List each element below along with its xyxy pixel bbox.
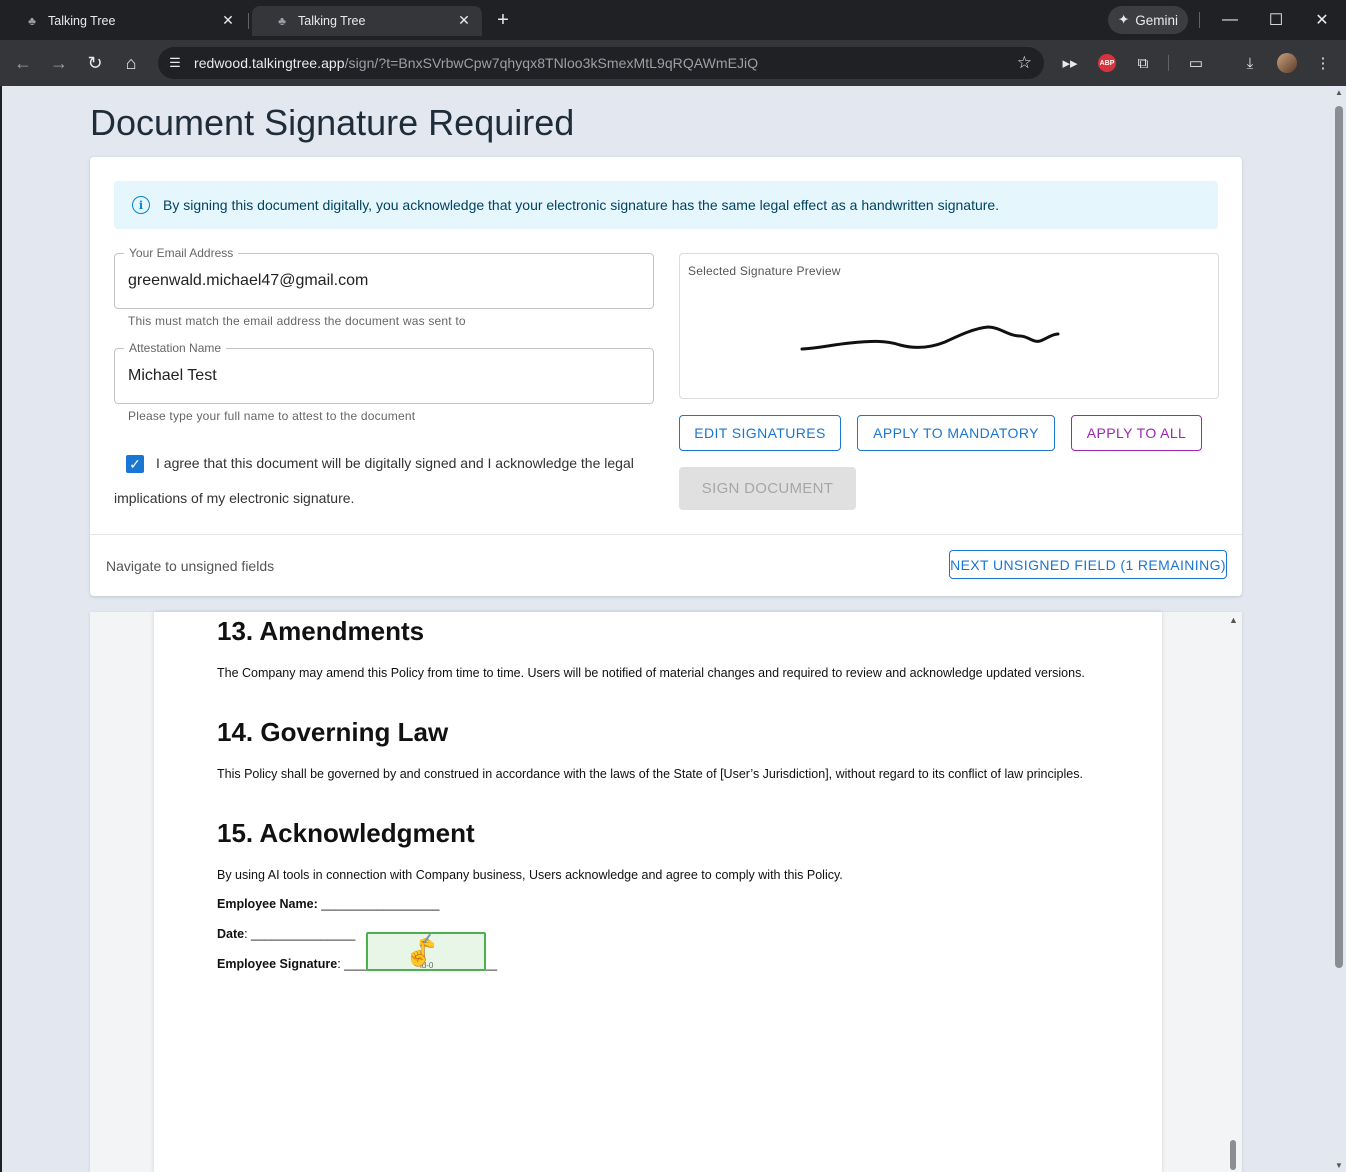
legal-info-alert: i By signing this document digitally, yo… xyxy=(114,181,1218,229)
date-line: Date: _______________ xyxy=(217,927,355,941)
document-scrollbar[interactable]: ▲ xyxy=(1224,612,1242,1172)
attestation-helper: Please type your full name to attest to … xyxy=(128,409,416,423)
page-viewport: Document Signature Required i By signing… xyxy=(2,86,1346,1172)
menu-icon[interactable]: ⋮ xyxy=(1312,52,1334,74)
agree-text-line1: I agree that this document will be digit… xyxy=(156,455,634,471)
tab-title: Talking Tree xyxy=(298,14,366,28)
sparkle-icon: ✦ xyxy=(1117,12,1130,27)
document-viewer[interactable]: 13. Amendments The Company may amend thi… xyxy=(90,612,1242,1172)
tree-favicon-icon: ♣ xyxy=(28,14,36,28)
section-text: By using AI tools in connection with Com… xyxy=(217,868,843,882)
attestation-label: Attestation Name xyxy=(124,341,227,355)
scroll-up-icon[interactable]: ▲ xyxy=(1229,615,1238,625)
download-icon[interactable]: ⤓ xyxy=(1239,52,1261,74)
signature-stroke xyxy=(800,325,1060,351)
adblock-icon[interactable]: ABP xyxy=(1098,54,1116,72)
new-tab-icon[interactable]: + xyxy=(492,9,514,31)
info-icon: i xyxy=(132,196,150,214)
email-label: Your Email Address xyxy=(124,246,239,260)
scroll-down-icon[interactable]: ▼ xyxy=(1334,1161,1344,1170)
email-field[interactable]: Your Email Address greenwald.michael47@g… xyxy=(114,246,654,309)
tab-talking-tree-2[interactable]: ♣ Talking Tree ✕ xyxy=(252,6,482,36)
minimize-icon[interactable]: — xyxy=(1218,8,1242,32)
address-bar[interactable]: ☰ redwood.talkingtree.app/sign/?t=BnxSVr… xyxy=(158,47,1044,79)
employee-name-blank: _________________ xyxy=(321,897,440,911)
media-icon[interactable]: ▸▸ xyxy=(1059,52,1081,74)
section-text: The Company may amend this Policy from t… xyxy=(217,666,1085,680)
separator xyxy=(1168,55,1169,71)
star-icon[interactable]: ☆ xyxy=(1017,53,1032,73)
gemini-button[interactable]: ✦ Gemini xyxy=(1108,6,1188,34)
tab-strip: ♣ Talking Tree ✕ ♣ Talking Tree ✕ + ✦ Ge… xyxy=(0,0,1346,40)
reading-list-icon[interactable]: ▭ xyxy=(1185,52,1207,74)
url-text[interactable]: redwood.talkingtree.app/sign/?t=BnxSVrbw… xyxy=(194,55,758,71)
tab-separator xyxy=(248,13,249,29)
employee-name-line: Employee Name: _________________ xyxy=(217,897,439,911)
home-icon[interactable]: ⌂ xyxy=(119,51,143,75)
edit-signatures-button[interactable]: EDIT SIGNATURES xyxy=(679,415,841,451)
signature-label: Employee Signature xyxy=(217,957,338,971)
sign-document-button[interactable]: SIGN DOCUMENT xyxy=(679,467,856,510)
scrollbar-thumb[interactable] xyxy=(1230,1140,1236,1170)
navigate-unsigned-text: Navigate to unsigned fields xyxy=(106,558,275,574)
url-path: /sign/?t=BnxSVrbwCpw7qhyqx8TNloo3kSmexMt… xyxy=(344,55,759,71)
close-tab-icon[interactable]: ✕ xyxy=(456,12,472,28)
signature-card: i By signing this document digitally, yo… xyxy=(90,157,1242,596)
divider xyxy=(90,534,1242,535)
attestation-value[interactable]: Michael Test xyxy=(128,367,217,385)
section-text: This Policy shall be governed by and con… xyxy=(217,767,1083,781)
tree-favicon-icon: ♣ xyxy=(278,14,286,28)
date-label: Date xyxy=(217,927,245,941)
employee-name-label: Employee Name: xyxy=(217,897,318,911)
close-tab-icon[interactable]: ✕ xyxy=(220,12,236,28)
agree-text-line2: implications of my electronic signature. xyxy=(114,490,355,506)
tab-talking-tree-1[interactable]: ♣ Talking Tree ✕ xyxy=(2,6,246,36)
next-unsigned-field-button[interactable]: NEXT UNSIGNED FIELD (1 REMAINING) xyxy=(949,550,1227,579)
browser-toolbar: ← → ↻ ⌂ ☰ redwood.talkingtree.app/sign/?… xyxy=(0,40,1346,86)
preview-label: Selected Signature Preview xyxy=(688,264,841,278)
email-helper: This must match the email address the do… xyxy=(128,314,466,328)
agree-checkbox[interactable]: ✓ xyxy=(126,455,144,473)
site-info-icon[interactable]: ☰ xyxy=(166,54,184,72)
extension-icon[interactable]: ⧉ xyxy=(1132,52,1154,74)
back-icon[interactable]: ← xyxy=(11,51,35,75)
scrollbar-thumb[interactable] xyxy=(1335,106,1343,968)
date-blank: : _______________ xyxy=(244,927,356,941)
url-host: redwood.talkingtree.app xyxy=(194,55,345,71)
reload-icon[interactable]: ↻ xyxy=(83,51,107,75)
apply-to-all-button[interactable]: APPLY TO ALL xyxy=(1071,415,1202,451)
gemini-label: Gemini xyxy=(1135,12,1179,28)
tab-title: Talking Tree xyxy=(48,14,116,28)
page-title: Document Signature Required xyxy=(90,102,575,143)
section-heading: 13. Amendments xyxy=(217,616,425,646)
attestation-name-field[interactable]: Attestation Name Michael Test xyxy=(114,341,654,404)
section-heading: 15. Acknowledgment xyxy=(217,818,475,848)
document-page: 13. Amendments The Company may amend thi… xyxy=(154,612,1162,1172)
profile-avatar[interactable] xyxy=(1277,53,1297,73)
abp-label: ABP xyxy=(1099,59,1115,67)
separator xyxy=(1199,12,1200,28)
checkmark-icon: ✓ xyxy=(129,455,141,472)
forward-icon[interactable]: → xyxy=(47,51,71,75)
email-value[interactable]: greenwald.michael47@gmail.com xyxy=(128,272,368,290)
scroll-up-icon[interactable]: ▲ xyxy=(1334,88,1344,97)
alert-text: By signing this document digitally, you … xyxy=(163,197,1000,213)
signature-preview: Selected Signature Preview xyxy=(679,253,1219,399)
apply-to-mandatory-button[interactable]: APPLY TO MANDATORY xyxy=(857,415,1055,451)
hand-cursor-icon: ☝ xyxy=(405,942,433,967)
close-window-icon[interactable]: ✕ xyxy=(1310,8,1334,32)
maximize-icon[interactable]: ☐ xyxy=(1264,8,1288,32)
page-scrollbar[interactable]: ▲ ▼ xyxy=(1332,86,1346,1172)
section-heading: 14. Governing Law xyxy=(217,717,449,747)
